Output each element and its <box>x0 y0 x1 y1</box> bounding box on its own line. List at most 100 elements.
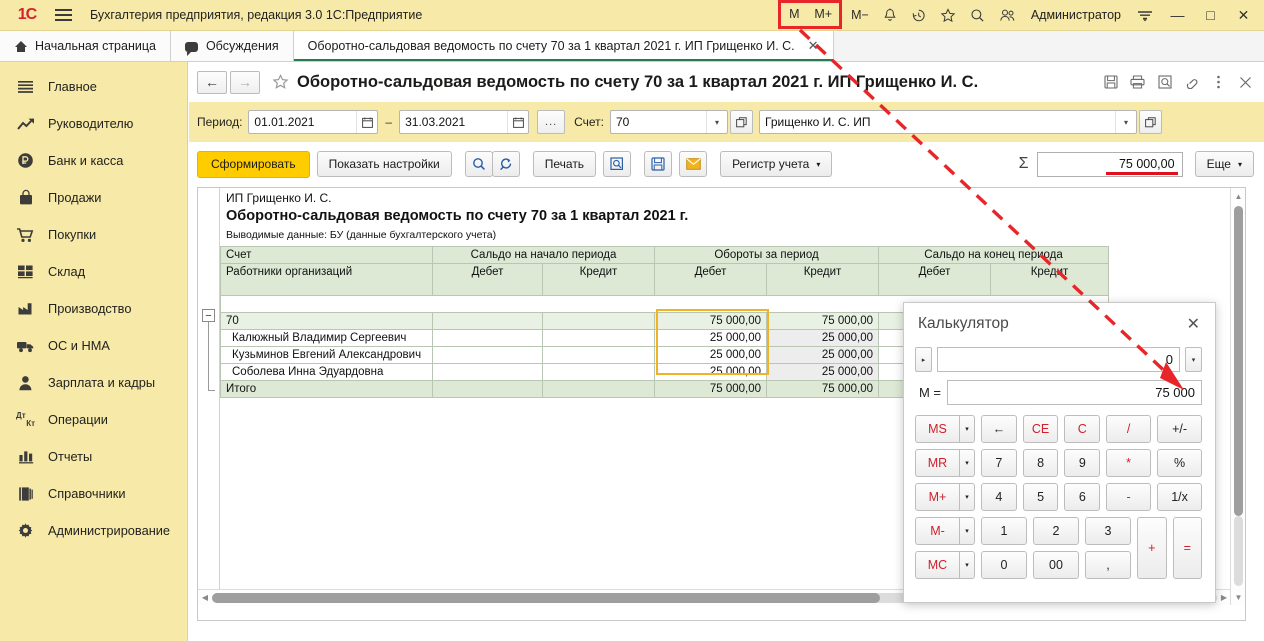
calculator-display[interactable]: 0 <box>937 347 1180 372</box>
key-ms[interactable]: MS <box>915 415 959 443</box>
sidebar-item-purchases[interactable]: Покупки <box>0 216 187 253</box>
hscroll-thumb[interactable] <box>212 593 880 603</box>
key-ms-dropdown[interactable]: ▾ <box>959 415 975 443</box>
tab-close-icon[interactable]: ✕ <box>808 38 819 54</box>
key-plus-minus[interactable]: +/- <box>1157 415 1202 443</box>
key-8[interactable]: 8 <box>1023 449 1059 477</box>
register-button[interactable]: Регистр учета ▾ <box>720 151 832 177</box>
key-reciprocal[interactable]: 1/x <box>1157 483 1202 511</box>
sidebar-item-warehouse[interactable]: Склад <box>0 253 187 290</box>
collapse-group-toggle[interactable]: − <box>202 309 215 322</box>
scroll-up-arrow[interactable]: ▲ <box>1231 188 1246 204</box>
key-mc[interactable]: MC <box>915 551 959 579</box>
key-mc-dropdown[interactable]: ▾ <box>959 551 975 579</box>
account-open-button[interactable] <box>730 110 753 134</box>
sidebar-item-sales[interactable]: Продажи <box>0 179 187 216</box>
key-mr-dropdown[interactable]: ▾ <box>959 449 975 477</box>
vertical-scrollbar[interactable]: ▲ ▼ <box>1230 188 1245 605</box>
memory-minus-button[interactable]: M− <box>844 0 876 31</box>
close-window-button[interactable]: ✕ <box>1227 0 1260 31</box>
key-1[interactable]: 1 <box>981 517 1027 545</box>
key-minus[interactable]: - <box>1106 483 1151 511</box>
calendar-icon[interactable] <box>507 111 528 133</box>
sum-value-field[interactable]: 75 000,00 <box>1037 152 1183 177</box>
row-turn-credit[interactable]: 25 000,00 <box>767 330 879 347</box>
search-icon[interactable] <box>963 0 992 31</box>
chevron-down-icon[interactable]: ▾ <box>1115 111 1136 133</box>
vscroll-thumb[interactable] <box>1234 206 1243 516</box>
sidebar-item-main[interactable]: Главное <box>0 68 187 105</box>
more-menu-icon[interactable] <box>1206 70 1231 94</box>
users-icon[interactable] <box>992 0 1023 31</box>
date-to-field[interactable]: 31.03.2021 <box>399 110 529 134</box>
tab-home[interactable]: Начальная страница <box>0 31 171 61</box>
key-m-plus-dropdown[interactable]: ▾ <box>959 483 975 511</box>
close-document-icon[interactable] <box>1233 70 1258 94</box>
scroll-down-arrow[interactable]: ▼ <box>1231 589 1246 605</box>
print-preview-icon[interactable] <box>603 151 631 177</box>
sidebar-item-administration[interactable]: Администрирование <box>0 512 187 549</box>
envelope-icon[interactable] <box>679 151 707 177</box>
sidebar-item-operations[interactable]: ДтКт Операции <box>0 401 187 438</box>
tab-turnover-report[interactable]: Оборотно-сальдовая ведомость по счету 70… <box>294 31 834 61</box>
memory-plus-button[interactable]: M+ <box>807 3 839 26</box>
sidebar-item-payroll[interactable]: Зарплата и кадры <box>0 364 187 401</box>
generate-button[interactable]: Сформировать <box>197 151 310 178</box>
key-0[interactable]: 0 <box>981 551 1027 579</box>
organization-open-button[interactable] <box>1139 110 1162 134</box>
print-icon[interactable] <box>1125 70 1150 94</box>
calculator-close-icon[interactable]: ✕ <box>1182 312 1205 336</box>
key-multiply[interactable]: * <box>1106 449 1151 477</box>
key-m-plus[interactable]: M+ <box>915 483 959 511</box>
key-6[interactable]: 6 <box>1064 483 1100 511</box>
key-divide[interactable]: / <box>1106 415 1151 443</box>
calculator-display-dropdown[interactable]: ▾ <box>1185 347 1202 372</box>
sidebar-item-catalogs[interactable]: Справочники <box>0 475 187 512</box>
save-icon[interactable] <box>1098 70 1123 94</box>
tab-discussions[interactable]: Обсуждения <box>171 31 294 61</box>
key-plus[interactable]: + <box>1137 517 1167 579</box>
scroll-left-arrow[interactable]: ◀ <box>198 590 212 606</box>
sidebar-item-reports[interactable]: Отчеты <box>0 438 187 475</box>
key-mr[interactable]: MR <box>915 449 959 477</box>
vscroll-track-lower[interactable] <box>1234 516 1243 586</box>
date-from-field[interactable]: 01.01.2021 <box>248 110 378 134</box>
favorites-star-icon[interactable] <box>933 0 963 31</box>
organization-field[interactable]: Грищенко И. С. ИП ▾ <box>759 110 1137 134</box>
period-more-button[interactable]: ... <box>537 110 565 134</box>
key-m-minus-dropdown[interactable]: ▾ <box>959 517 975 545</box>
key-c[interactable]: C <box>1064 415 1100 443</box>
key-4[interactable]: 4 <box>981 483 1017 511</box>
minimize-button[interactable]: — <box>1161 0 1194 31</box>
view-options-icon[interactable] <box>1129 0 1161 31</box>
main-menu-button[interactable] <box>50 4 76 26</box>
notifications-bell-icon[interactable] <box>876 0 904 31</box>
maximize-button[interactable]: □ <box>1194 0 1227 31</box>
key-5[interactable]: 5 <box>1023 483 1059 511</box>
row-turn-credit[interactable]: 25 000,00 <box>767 364 879 381</box>
sidebar-item-director[interactable]: Руководителю <box>0 105 187 142</box>
search-again-icon[interactable] <box>492 151 520 177</box>
navigate-forward-button[interactable]: → <box>230 71 260 94</box>
key-7[interactable]: 7 <box>981 449 1017 477</box>
key-m-minus[interactable]: M- <box>915 517 959 545</box>
preview-icon[interactable] <box>1152 70 1177 94</box>
key-3[interactable]: 3 <box>1085 517 1131 545</box>
key-2[interactable]: 2 <box>1033 517 1079 545</box>
history-clock-icon[interactable] <box>904 0 933 31</box>
key-backspace[interactable]: ← <box>981 415 1017 443</box>
sidebar-item-production[interactable]: Производство <box>0 290 187 327</box>
key-decimal-comma[interactable]: , <box>1085 551 1131 579</box>
memory-m-button[interactable]: M <box>781 3 807 26</box>
sidebar-item-bank-cash[interactable]: Банк и касса <box>0 142 187 179</box>
scroll-right-arrow[interactable]: ▶ <box>1217 590 1231 606</box>
key-percent[interactable]: % <box>1157 449 1202 477</box>
show-settings-button[interactable]: Показать настройки <box>317 151 452 177</box>
current-user-label[interactable]: Администратор <box>1023 8 1129 22</box>
search-icon[interactable] <box>465 151 493 177</box>
key-double-zero[interactable]: 00 <box>1033 551 1079 579</box>
chevron-down-icon[interactable]: ▾ <box>706 111 727 133</box>
calculator-expand-button[interactable]: ▸ <box>915 347 932 372</box>
row-turn-credit[interactable]: 25 000,00 <box>767 347 879 364</box>
star-icon[interactable] <box>267 70 293 94</box>
